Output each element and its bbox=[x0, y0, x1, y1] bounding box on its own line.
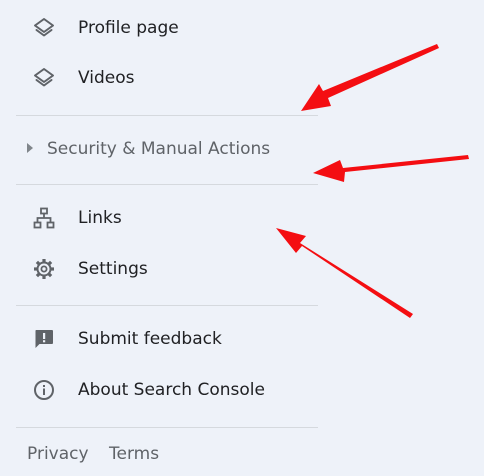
nav-item-label: Links bbox=[78, 208, 122, 228]
annotation-arrow bbox=[313, 155, 469, 182]
divider bbox=[16, 184, 318, 185]
nav-item-settings[interactable]: Settings bbox=[0, 247, 318, 291]
gear-icon bbox=[32, 257, 56, 281]
caret-right-icon bbox=[27, 143, 33, 153]
layers-icon bbox=[32, 16, 56, 40]
nav-item-videos[interactable]: Videos bbox=[0, 56, 318, 100]
nav-item-label: About Search Console bbox=[78, 380, 265, 400]
divider bbox=[16, 305, 318, 306]
nav-item-label: Profile page bbox=[78, 18, 179, 38]
section-label: Security & Manual Actions bbox=[47, 139, 271, 159]
nav-item-label: Submit feedback bbox=[78, 329, 222, 349]
feedback-icon bbox=[32, 327, 56, 351]
divider bbox=[16, 427, 318, 428]
annotation-arrow bbox=[301, 44, 439, 111]
nav-item-label: Settings bbox=[78, 259, 148, 279]
nav-item-submit-feedback[interactable]: Submit feedback bbox=[0, 317, 318, 361]
info-icon bbox=[32, 378, 56, 402]
privacy-link[interactable]: Privacy bbox=[27, 444, 89, 464]
nav-item-about-search-console[interactable]: About Search Console bbox=[0, 368, 318, 412]
section-security-manual-actions[interactable]: Security & Manual Actions bbox=[0, 128, 318, 170]
layers-icon bbox=[32, 66, 56, 90]
sitemap-icon bbox=[32, 206, 56, 230]
nav-item-links[interactable]: Links bbox=[0, 196, 318, 240]
terms-link[interactable]: Terms bbox=[109, 444, 159, 464]
divider bbox=[16, 115, 318, 116]
nav-item-profile-page[interactable]: Profile page bbox=[0, 6, 318, 50]
nav-item-label: Videos bbox=[78, 68, 135, 88]
